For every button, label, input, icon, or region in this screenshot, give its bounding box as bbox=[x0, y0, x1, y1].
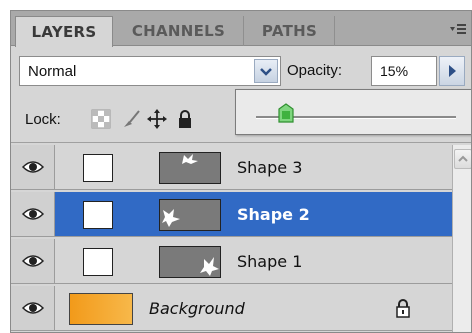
opacity-slider-popup bbox=[235, 89, 471, 135]
layer-name: Shape 1 bbox=[237, 252, 303, 271]
layer-mask-thumbnail[interactable] bbox=[83, 248, 113, 276]
layer-row-shape-1[interactable]: Shape 1 bbox=[11, 239, 452, 284]
visibility-toggle[interactable] bbox=[11, 192, 55, 236]
lock-icon bbox=[396, 299, 410, 318]
tab-layers[interactable]: LAYERS bbox=[15, 16, 113, 47]
layer-mask-thumbnail[interactable] bbox=[83, 201, 113, 229]
splash-shape-icon bbox=[200, 257, 219, 276]
eye-icon bbox=[22, 255, 44, 267]
opacity-value: 15% bbox=[380, 63, 409, 79]
visibility-toggle[interactable] bbox=[11, 286, 55, 330]
layer-row-background[interactable]: Background bbox=[11, 286, 452, 331]
panel-menu-icon[interactable] bbox=[449, 23, 467, 37]
layers-scrollbar[interactable] bbox=[452, 145, 471, 332]
layer-thumbnail[interactable] bbox=[69, 293, 133, 325]
lock-icon[interactable] bbox=[175, 109, 195, 129]
brush-icon[interactable] bbox=[121, 109, 141, 129]
layers-list: Shape 3 Shape 2 Shape 1 Background bbox=[11, 145, 452, 332]
splash-shape-icon bbox=[182, 154, 198, 164]
layer-name: Shape 3 bbox=[237, 158, 303, 177]
layer-thumbnail[interactable] bbox=[159, 199, 221, 231]
lock-label: Lock: bbox=[25, 111, 61, 128]
opacity-slider-thumb[interactable] bbox=[278, 103, 294, 123]
blend-mode-value: Normal bbox=[28, 63, 77, 80]
eye-icon bbox=[22, 302, 44, 314]
opacity-label: Opacity: bbox=[287, 62, 343, 79]
move-icon[interactable] bbox=[147, 109, 167, 129]
layer-thumbnail[interactable] bbox=[159, 246, 221, 278]
visibility-toggle[interactable] bbox=[11, 239, 55, 283]
layer-row-shape-2[interactable]: Shape 2 bbox=[11, 192, 452, 237]
layer-name: Shape 2 bbox=[237, 205, 310, 224]
eye-icon bbox=[22, 208, 44, 220]
opacity-field[interactable]: 15% bbox=[371, 56, 437, 86]
layers-panel: LAYERS CHANNELS PATHS Normal Opacity: 15… bbox=[10, 10, 472, 333]
layer-row-shape-3[interactable]: Shape 3 bbox=[11, 145, 452, 190]
eye-icon bbox=[22, 161, 44, 173]
tab-channels[interactable]: CHANNELS bbox=[114, 16, 244, 46]
layer-name: Background bbox=[149, 299, 245, 318]
chevron-down-icon[interactable] bbox=[254, 59, 278, 83]
chevron-up-icon bbox=[458, 155, 468, 162]
scroll-up-button[interactable] bbox=[454, 149, 471, 169]
chevron-right-icon bbox=[449, 65, 456, 77]
visibility-toggle[interactable] bbox=[11, 145, 55, 189]
opacity-slider-toggle[interactable] bbox=[439, 56, 465, 86]
checkerboard-icon[interactable] bbox=[91, 109, 111, 129]
layer-mask-thumbnail[interactable] bbox=[83, 154, 113, 182]
blend-opacity-row: Normal Opacity: 15% bbox=[11, 47, 471, 91]
splash-shape-icon bbox=[162, 209, 180, 227]
panel-tab-bar: LAYERS CHANNELS PATHS bbox=[11, 11, 471, 47]
tab-paths[interactable]: PATHS bbox=[245, 16, 335, 46]
layer-thumbnail[interactable] bbox=[159, 152, 221, 184]
blend-mode-select[interactable]: Normal bbox=[19, 56, 281, 86]
